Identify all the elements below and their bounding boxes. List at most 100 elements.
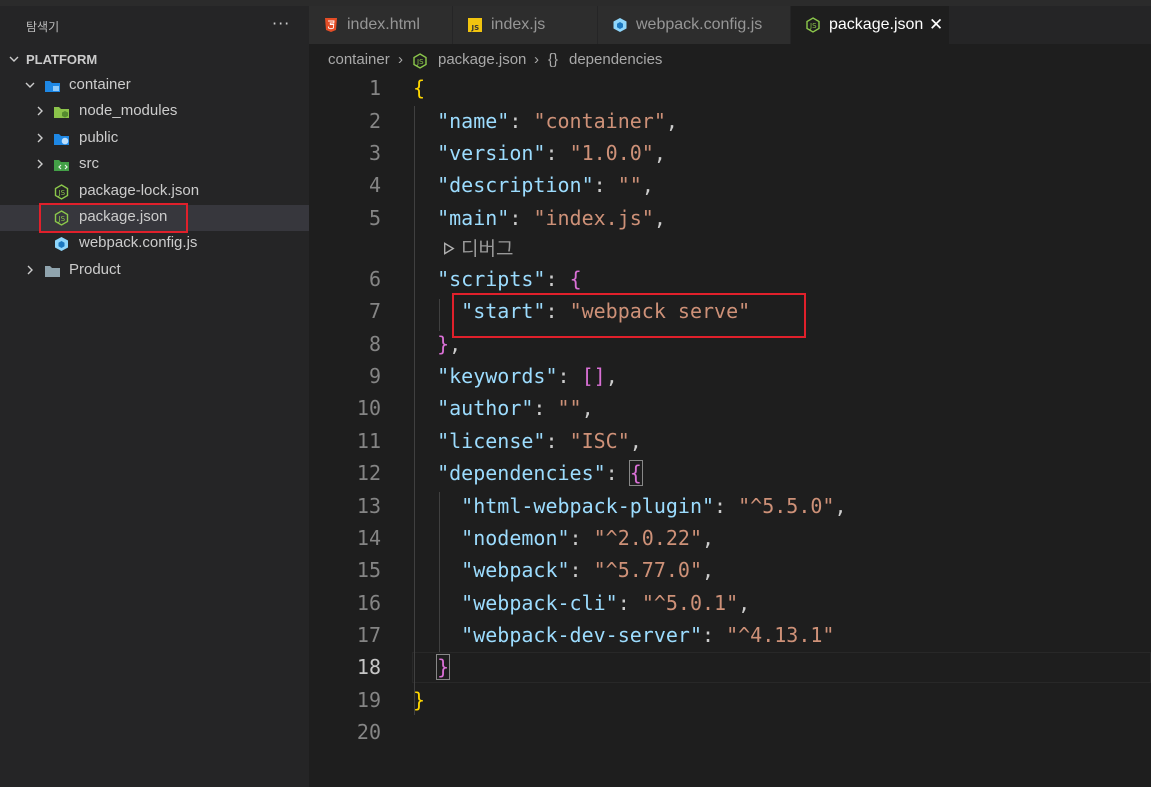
colon: :	[545, 267, 570, 291]
colon: :	[569, 558, 594, 582]
workspace-root[interactable]: PLATFORM	[0, 47, 309, 73]
json-key: "version"	[437, 141, 546, 165]
bracket-matched: }	[436, 654, 451, 680]
nodejs-icon: JS	[412, 53, 428, 73]
folder-open-blue-icon	[44, 78, 61, 94]
line-number: 11	[356, 429, 381, 453]
colon: :	[593, 173, 618, 197]
json-string: "^5.5.0"	[738, 494, 835, 518]
line-number: 2	[368, 109, 381, 133]
line-number: 3	[368, 141, 381, 165]
code-line-15: "webpack": "^5.77.0",	[413, 558, 714, 582]
code-line-4: "description": "",	[413, 173, 654, 197]
colon: :	[617, 591, 642, 615]
code-line-10: "author": "",	[413, 396, 594, 420]
comma: ,	[653, 206, 666, 230]
annotation-highlight-box	[39, 203, 188, 233]
tree-label: Product	[69, 261, 121, 278]
code-line-11: "license": "ISC",	[413, 429, 642, 453]
play-icon	[444, 242, 455, 255]
folder-icon	[44, 263, 61, 279]
annotation-highlight-box	[452, 293, 806, 338]
breadcrumb-separator: ›	[534, 51, 539, 68]
folder-node-icon	[53, 104, 70, 120]
tree-label: node_modules	[79, 102, 178, 119]
breadcrumb-separator: ›	[398, 51, 403, 68]
code-line-12: "dependencies": {	[413, 460, 643, 486]
tree-folder-src[interactable]: src	[0, 152, 309, 178]
tree-folder-node-modules[interactable]: node_modules	[0, 99, 309, 125]
close-icon[interactable]: ✕	[929, 15, 943, 35]
chevron-right-icon	[34, 104, 46, 118]
breadcrumb-symbol[interactable]: dependencies	[569, 51, 662, 68]
code-line-18: }	[413, 654, 451, 680]
chevron-right-icon	[24, 263, 36, 277]
json-string: "^5.0.1"	[641, 591, 739, 615]
tab-label: index.html	[347, 16, 420, 33]
tree-file-webpack-config[interactable]: webpack.config.js	[0, 231, 309, 257]
tree-folder-product[interactable]: Product	[0, 258, 309, 284]
line-number: 7	[368, 299, 381, 323]
json-key: "nodemon"	[461, 526, 570, 550]
line-number: 5	[368, 206, 381, 230]
code-line-6: "scripts": {	[413, 267, 582, 291]
chevron-right-icon	[34, 131, 46, 145]
debug-codelens[interactable]: 디버그	[443, 234, 513, 261]
json-key: "webpack"	[461, 558, 570, 582]
breadcrumb-folder[interactable]: container	[328, 51, 390, 68]
breadcrumb-file[interactable]: package.json	[438, 51, 526, 68]
tab-label: package.json	[829, 16, 924, 33]
webpack-file-icon	[53, 236, 70, 252]
line-number: 4	[368, 173, 381, 197]
code-line-5: "main": "index.js",	[413, 206, 666, 230]
tab-index-js[interactable]: JS index.js	[453, 6, 598, 44]
colon: :	[545, 141, 570, 165]
line-number: 13	[356, 494, 381, 518]
tree-folder-public[interactable]: public	[0, 126, 309, 152]
tree-folder-container[interactable]: container	[0, 73, 309, 99]
colon: :	[545, 429, 570, 453]
explorer-header: 탐색기 ···	[0, 6, 309, 44]
json-key: "author"	[437, 396, 534, 420]
chevron-right-icon	[34, 157, 46, 171]
comma: ,	[581, 396, 594, 420]
comma: ,	[738, 591, 751, 615]
json-key: "webpack-cli"	[461, 591, 618, 615]
comma: ,	[641, 173, 654, 197]
colon: :	[509, 206, 534, 230]
json-string: "container"	[533, 109, 666, 133]
chevron-down-icon	[8, 52, 20, 66]
code-line-9: "keywords": [],	[413, 364, 618, 388]
html5-icon	[323, 17, 339, 33]
debug-codelens-label: 디버그	[461, 238, 514, 260]
ellipsis-icon[interactable]: ···	[272, 14, 290, 33]
tree-label: public	[79, 129, 119, 146]
json-key: "html-webpack-plugin"	[461, 494, 715, 518]
tree-file-package-lock[interactable]: JS package-lock.json	[0, 179, 309, 205]
tab-webpack-config[interactable]: webpack.config.js	[598, 6, 791, 44]
folder-src-icon	[53, 157, 70, 173]
line-number: 1	[368, 76, 381, 100]
json-key: "main"	[437, 206, 510, 230]
current-line-highlight	[412, 652, 1151, 683]
json-key: "license"	[437, 429, 546, 453]
bracket: {	[413, 76, 426, 100]
svg-text:JS: JS	[416, 58, 424, 66]
colon: :	[605, 461, 630, 485]
tab-label: webpack.config.js	[636, 16, 763, 33]
colon: :	[714, 494, 739, 518]
tab-package-json[interactable]: JS package.json ✕	[791, 6, 950, 44]
line-number-current: 18	[356, 655, 381, 679]
code-editor[interactable]: 1 2 3 4 5 6 7 8 9 10 11 12 13 14 15 16 1…	[309, 74, 1151, 787]
colon: :	[533, 396, 558, 420]
tab-index-html[interactable]: index.html	[309, 6, 453, 44]
workspace-root-label: PLATFORM	[26, 52, 98, 67]
nodejs-icon: JS	[805, 17, 821, 33]
svg-text:JS: JS	[471, 24, 480, 32]
code-line-14: "nodemon": "^2.0.22",	[413, 526, 714, 550]
bracket: []	[581, 364, 606, 388]
tree-label: package-lock.json	[79, 182, 200, 199]
svg-text:JS: JS	[58, 189, 66, 197]
tree-label: src	[79, 155, 99, 172]
colon: :	[702, 623, 727, 647]
